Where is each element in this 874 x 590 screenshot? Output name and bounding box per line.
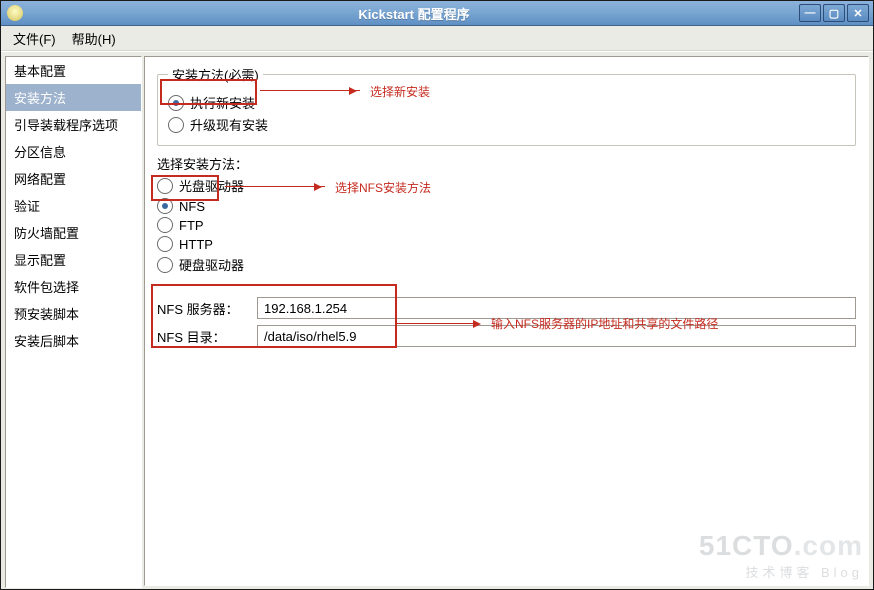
- radio-method-cd[interactable]: [157, 178, 173, 194]
- sidebar-item-firewall[interactable]: 防火墙配置: [6, 219, 141, 246]
- sidebar-item-post-script[interactable]: 安装后脚本: [6, 327, 141, 354]
- input-nfs-server[interactable]: [257, 297, 856, 319]
- label-method-cd: 光盘驱动器: [179, 176, 244, 195]
- window-title: Kickstart 配置程序: [29, 4, 799, 23]
- sidebar-item-auth[interactable]: 验证: [6, 192, 141, 219]
- sidebar-item-install-method[interactable]: 安装方法: [6, 84, 141, 111]
- label-method-nfs: NFS: [179, 199, 205, 214]
- sidebar-item-bootloader[interactable]: 引导装载程序选项: [6, 111, 141, 138]
- sidebar: 基本配置 安装方法 引导装载程序选项 分区信息 网络配置 验证 防火墙配置 显示…: [5, 56, 142, 588]
- label-nfs-server: NFS 服务器：: [157, 299, 257, 318]
- label-method-ftp: FTP: [179, 218, 204, 233]
- sidebar-item-pre-script[interactable]: 预安装脚本: [6, 300, 141, 327]
- input-nfs-dir[interactable]: [257, 325, 856, 347]
- sidebar-item-partition[interactable]: 分区信息: [6, 138, 141, 165]
- radio-upgrade[interactable]: [168, 117, 184, 133]
- label-method-hd: 硬盘驱动器: [179, 255, 244, 274]
- label-upgrade: 升级现有安装: [190, 115, 268, 134]
- sidebar-item-network[interactable]: 网络配置: [6, 165, 141, 192]
- radio-method-hd[interactable]: [157, 257, 173, 273]
- menu-file[interactable]: 文件(F): [5, 29, 64, 48]
- radio-method-http[interactable]: [157, 236, 173, 252]
- maximize-button[interactable]: ▢: [823, 4, 845, 22]
- sidebar-item-packages[interactable]: 软件包选择: [6, 273, 141, 300]
- radio-method-ftp[interactable]: [157, 217, 173, 233]
- app-icon: [7, 5, 23, 21]
- install-group: 安装方法(必需) 执行新安装 升级现有安装: [157, 65, 856, 146]
- menu-help[interactable]: 帮助(H): [64, 29, 124, 48]
- label-method-http: HTTP: [179, 237, 213, 252]
- method-heading: 选择安装方法：: [157, 154, 248, 173]
- install-group-legend: 安装方法(必需): [168, 65, 263, 84]
- label-nfs-dir: NFS 目录：: [157, 327, 257, 346]
- radio-method-nfs[interactable]: [157, 198, 173, 214]
- sidebar-item-display[interactable]: 显示配置: [6, 246, 141, 273]
- window-titlebar: Kickstart 配置程序 — ▢ ✕: [1, 1, 873, 26]
- main-panel: 安装方法(必需) 执行新安装 升级现有安装 选择安装方法： 光盘驱动器: [144, 56, 869, 586]
- radio-new-install[interactable]: [168, 95, 184, 111]
- sidebar-item-basic[interactable]: 基本配置: [6, 57, 141, 84]
- label-new-install: 执行新安装: [190, 93, 255, 112]
- minimize-button[interactable]: —: [799, 4, 821, 22]
- close-button[interactable]: ✕: [847, 4, 869, 22]
- menubar: 文件(F) 帮助(H): [1, 26, 873, 51]
